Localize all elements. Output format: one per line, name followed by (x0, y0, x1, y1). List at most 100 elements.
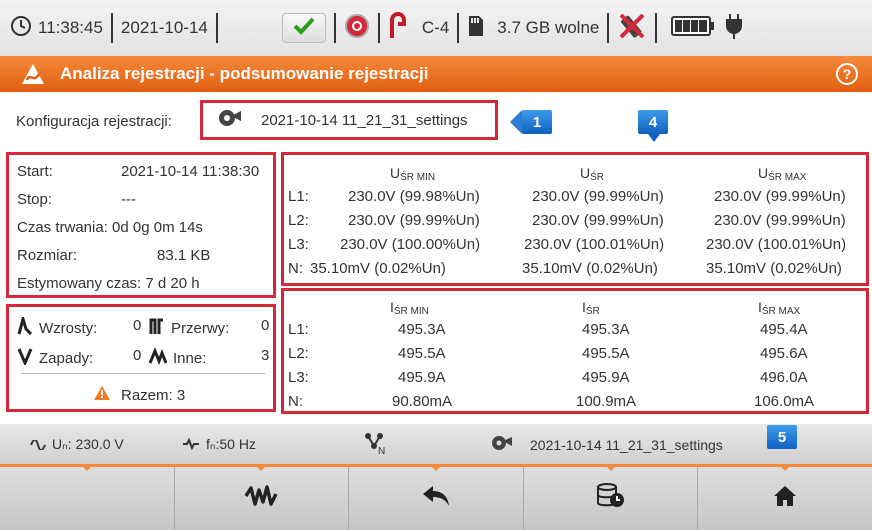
voltage-header-min: UŚR MIN (390, 165, 435, 183)
settings-gear-icon (490, 433, 514, 456)
row-label: N: (288, 393, 303, 410)
home-button[interactable] (698, 464, 872, 530)
table-cell: 496.0A (760, 369, 808, 386)
row-label: L3: (288, 369, 309, 386)
divider (655, 13, 658, 43)
total-label: Razem: 3 (121, 386, 186, 404)
nominal-voltage: Uₙ: 230.0 V (30, 436, 124, 453)
other-item: Inne: (148, 347, 207, 369)
row-label: L3: (288, 236, 309, 253)
dips-item: Zapady: (17, 347, 93, 369)
header-sub: ŚR MAX (761, 306, 801, 317)
header-base: U (580, 165, 591, 181)
voltage-table: UŚR MIN UŚR UŚR MAX L1: 230.0V (99.98%Un… (281, 152, 869, 286)
no-usb-icon (617, 11, 647, 46)
events-panel: Wzrosty: 0 Przerwy: 0 Zapady: 0 Inne: 3 … (6, 304, 276, 412)
stop-label: Stop: (17, 191, 53, 208)
nominal-frequency: fₙ:50 Hz (182, 436, 256, 453)
clock-icon (10, 15, 32, 42)
config-selector[interactable]: 2021-10-14 11_21_31_settings (200, 100, 498, 140)
svg-text:N: N (378, 446, 385, 456)
status-bar: 11:38:45 2021-10-14 C-4 3.7 GB wolne (0, 0, 872, 56)
rises-label: Wzrosty: (39, 319, 98, 337)
row-label: N: (288, 260, 303, 277)
waveform-icon (244, 484, 278, 513)
status-time: 11:38:45 (38, 18, 103, 37)
divider (607, 13, 610, 43)
confirm-button[interactable] (281, 13, 326, 43)
start-label: Start: (17, 163, 53, 180)
table-cell: 230.0V (99.99%Un) (348, 212, 480, 229)
clamp-type: C-4 (421, 18, 450, 37)
row-label: L1: (288, 321, 309, 338)
start-value: 2021-10-14 11:38:30 (121, 163, 260, 180)
voltage-header-avg: UŚR (580, 165, 604, 183)
divider (457, 13, 460, 43)
config-label: Konfiguracja rejestracji: (16, 113, 172, 130)
interruptions-count: 0 (261, 317, 270, 334)
current-header-avg: IŚR (582, 299, 600, 317)
config-row: Konfiguracja rejestracji: 2021-10-14 11_… (0, 92, 872, 150)
back-button[interactable] (349, 464, 524, 530)
header-sub: ŚR (590, 172, 605, 183)
active-settings: 2021-10-14 11_21_31_settings (490, 433, 723, 456)
active-settings-name: 2021-10-14 11_21_31_settings (530, 436, 723, 453)
table-cell: 90.80mA (392, 393, 453, 410)
row-label: L2: (288, 212, 309, 229)
table-cell: 230.0V (100.00%Un) (340, 236, 481, 253)
frequency-icon (182, 437, 200, 453)
header-base: U (758, 165, 769, 181)
dips-count: 0 (133, 347, 142, 364)
divider (215, 13, 218, 43)
warning-icon (93, 385, 111, 405)
clock-group: 11:38:45 (10, 15, 103, 42)
table-cell: 495.3A (398, 321, 446, 338)
estimated-time: Estymowany czas: 7 d 20 h (17, 275, 200, 292)
swell-icon (17, 313, 33, 339)
table-cell: 100.9mA (576, 393, 637, 410)
nominal-frequency-value: fₙ:50 Hz (206, 436, 256, 452)
settings-gear-icon (217, 107, 243, 133)
config-value: 2021-10-14 11_21_31_settings (261, 111, 468, 129)
voltage-header-max: UŚR MAX (758, 165, 806, 183)
callout-badge-1: 1 (510, 110, 552, 134)
help-icon[interactable]: ? (836, 63, 858, 85)
callout-badge-4: 4 (638, 110, 668, 142)
header-base: U (390, 165, 401, 181)
table-cell: 35.10mV (0.02%Un) (522, 260, 658, 277)
sine-wave-icon (30, 437, 46, 453)
interruption-icon (149, 317, 165, 339)
other-count: 3 (261, 347, 270, 364)
table-cell: 230.0V (100.01%Un) (706, 236, 847, 253)
table-cell: 230.0V (99.99%Un) (714, 188, 846, 205)
size-label: Rozmiar: (17, 247, 78, 264)
clamp-icon (388, 11, 408, 45)
page-title: Analiza rejestracji - podsumowanie rejes… (60, 64, 429, 83)
header-sub: ŚR (585, 306, 600, 317)
row-label: L2: (288, 345, 309, 362)
interruptions-item: Przerwy: (149, 317, 229, 339)
table-cell: 230.0V (99.99%Un) (532, 212, 664, 229)
dip-icon (17, 347, 33, 369)
table-cell: 495.6A (760, 345, 808, 362)
database-button[interactable] (524, 464, 699, 530)
battery-icon (671, 15, 715, 42)
waveform-button[interactable] (175, 464, 350, 530)
back-arrow-icon (421, 484, 451, 513)
duration: Czas trwania: 0d 0g 0m 14s (17, 219, 203, 236)
status-date: 2021-10-14 (120, 18, 208, 37)
stop-value: --- (121, 191, 136, 208)
empty-button[interactable] (0, 464, 175, 530)
header-sub: ŚR MAX (768, 172, 807, 183)
network-topology-icon: N (364, 432, 390, 456)
record-icon[interactable] (344, 13, 370, 44)
size-value: 83.1 KB (157, 247, 211, 264)
dips-label: Zapady: (39, 349, 94, 367)
current-table: IŚR MIN IŚR IŚR MAX L1: 495.3A 495.3A 49… (281, 288, 869, 414)
other-label: Inne: (173, 349, 207, 367)
table-cell: 495.4A (760, 321, 808, 338)
divider (377, 13, 380, 43)
sd-card-icon (467, 14, 485, 43)
app-logo-icon (20, 62, 46, 86)
other-event-icon (148, 347, 168, 369)
